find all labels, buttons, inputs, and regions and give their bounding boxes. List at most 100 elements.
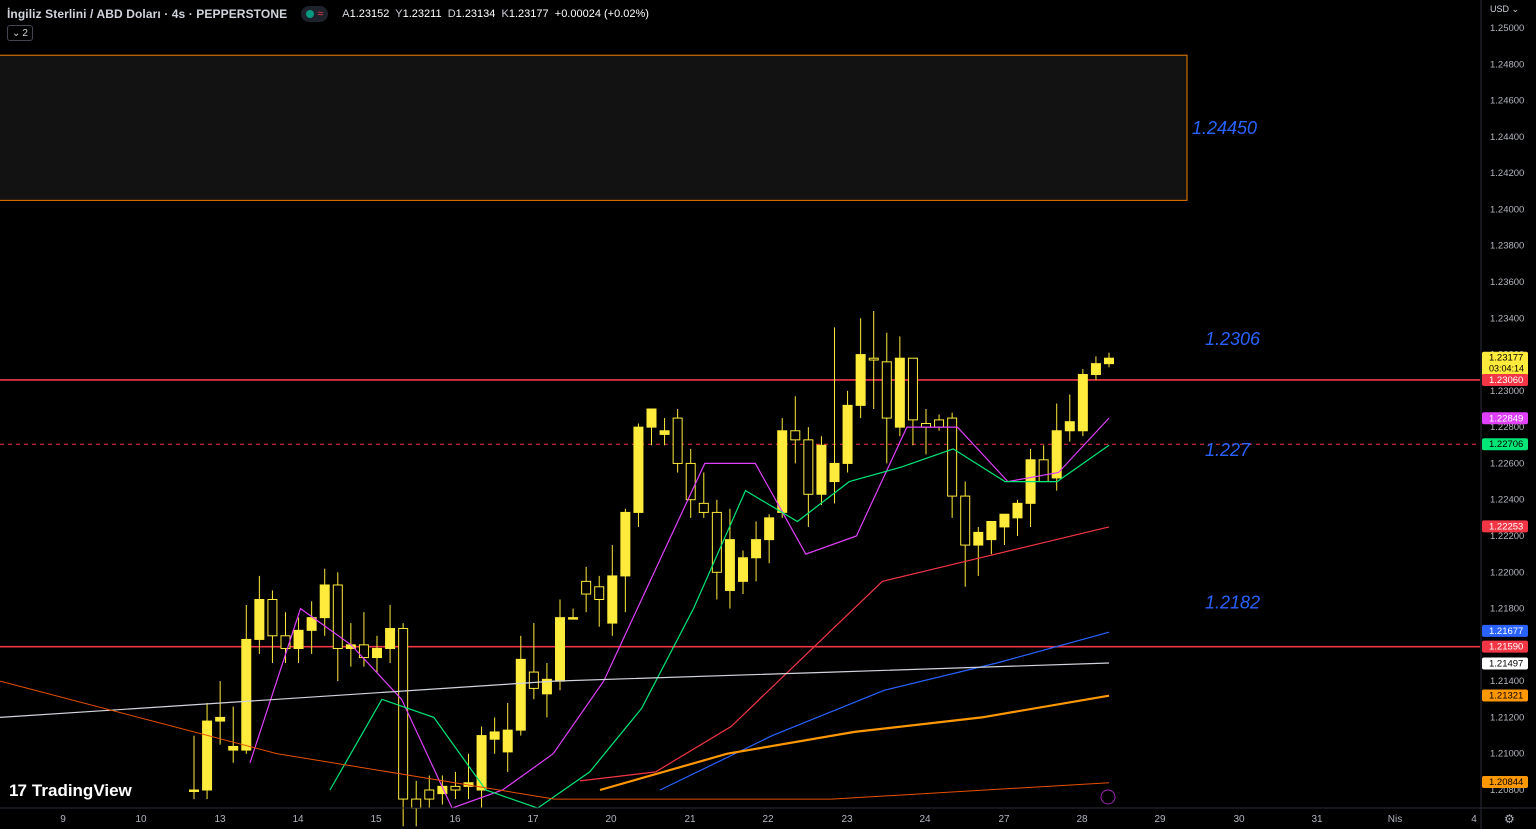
candle[interactable] — [372, 647, 382, 659]
candle[interactable] — [450, 785, 461, 791]
candle[interactable] — [934, 419, 945, 428]
candle[interactable] — [947, 417, 958, 497]
candle[interactable] — [1038, 459, 1049, 483]
candle[interactable] — [751, 539, 762, 559]
candle[interactable] — [332, 584, 343, 649]
x-tick-label: 20 — [605, 814, 617, 825]
candle[interactable] — [1064, 421, 1075, 432]
market-open-icon — [306, 10, 315, 18]
candle[interactable] — [267, 599, 278, 637]
x-tick-label: 9 — [60, 814, 66, 825]
candle[interactable] — [633, 426, 644, 513]
price-label-value: 1.21497 — [1489, 659, 1523, 670]
y-tick-label: 1.23400 — [1490, 313, 1524, 324]
candle[interactable] — [1012, 502, 1023, 519]
price-label-value: 1.23060 — [1489, 375, 1523, 386]
candle[interactable] — [659, 430, 670, 435]
candle[interactable] — [724, 539, 735, 591]
x-tick-label: 24 — [919, 814, 931, 825]
chart-header: İngiliz Sterlini / ABD Doları · 4s · PEP… — [7, 6, 649, 22]
candle[interactable] — [881, 361, 892, 419]
y-tick-label: 1.24000 — [1490, 204, 1524, 215]
indicator-toggle-button[interactable]: ⌄ 2 — [7, 25, 33, 41]
x-tick-label: 30 — [1233, 814, 1245, 825]
y-tick-label: 1.23000 — [1490, 386, 1524, 397]
level-annotation[interactable]: 1.227 — [1205, 440, 1251, 460]
candle[interactable] — [568, 617, 579, 620]
candle[interactable] — [868, 357, 879, 361]
currency-selector[interactable]: USD ⌄ — [1490, 4, 1519, 15]
candle[interactable] — [907, 357, 918, 421]
candle[interactable] — [319, 584, 330, 619]
price-chart[interactable]: 1.24450 1.2306 1.227 1.2182 1.25000 1.24800 1.… — [0, 0, 1536, 829]
candle[interactable] — [842, 404, 853, 464]
candle[interactable] — [738, 557, 748, 582]
x-tick-label: 23 — [841, 814, 853, 825]
y-tick-label: 1.22400 — [1490, 495, 1524, 506]
candle[interactable] — [581, 580, 592, 595]
candle[interactable] — [777, 430, 788, 513]
level-annotation[interactable]: 1.24450 — [1192, 118, 1257, 138]
price-label-value: 1.21677 — [1489, 626, 1523, 637]
candle[interactable] — [816, 444, 827, 495]
resistance-zone[interactable] — [0, 54, 1188, 201]
candle[interactable] — [672, 417, 683, 464]
level-annotation[interactable]: 1.2182 — [1205, 593, 1260, 613]
y-tick-label: 1.22600 — [1490, 458, 1524, 469]
candle[interactable] — [620, 511, 631, 577]
candle[interactable] — [411, 798, 422, 809]
y-tick-label: 1.23600 — [1490, 277, 1524, 288]
candle[interactable] — [241, 638, 252, 751]
candle[interactable] — [293, 629, 304, 649]
candle[interactable] — [424, 789, 435, 800]
candle[interactable] — [973, 531, 984, 546]
candle[interactable] — [202, 720, 213, 791]
candle[interactable] — [829, 462, 840, 483]
ohlc-readout: A1.23152 Y1.23211 D1.23134 K1.23177 +0.0… — [342, 8, 649, 20]
candle[interactable] — [476, 735, 487, 791]
wave-icon: ≈ — [317, 8, 324, 20]
candle[interactable] — [515, 658, 526, 731]
y-tick-label: 1.21000 — [1490, 749, 1524, 760]
candle[interactable] — [385, 628, 396, 649]
y-tick-label: 1.21200 — [1490, 712, 1524, 723]
candle[interactable] — [1090, 363, 1101, 376]
x-tick-label: 31 — [1311, 814, 1323, 825]
candle[interactable] — [189, 789, 199, 792]
y-tick-label: 1.24400 — [1490, 132, 1524, 143]
candle[interactable] — [986, 520, 997, 541]
candle[interactable] — [228, 745, 239, 751]
candle[interactable] — [607, 575, 618, 624]
candle[interactable] — [698, 502, 709, 513]
y-tick-label: 1.24800 — [1490, 59, 1524, 70]
candle[interactable] — [1104, 357, 1114, 365]
symbol-title[interactable]: İngiliz Sterlini / ABD Doları · 4s · PEP… — [7, 7, 287, 21]
candle[interactable] — [790, 430, 801, 441]
candle[interactable] — [528, 671, 539, 689]
candle[interactable] — [555, 617, 565, 682]
x-tick-label: Nis — [1388, 814, 1402, 825]
y-tick-label: 1.21400 — [1490, 676, 1524, 687]
chevron-down-icon: ⌄ — [1511, 4, 1520, 14]
candle[interactable] — [646, 408, 657, 428]
candle[interactable] — [960, 495, 971, 546]
candle[interactable] — [803, 439, 814, 495]
candle[interactable] — [999, 513, 1010, 528]
candle[interactable] — [215, 716, 226, 722]
candle[interactable] — [489, 731, 500, 740]
candle[interactable] — [894, 357, 905, 428]
gear-icon[interactable]: ⚙ — [1504, 812, 1515, 826]
price-label-value: 1.22849 — [1489, 413, 1523, 424]
y-tick-label: 1.24600 — [1490, 96, 1524, 107]
candle[interactable] — [1077, 374, 1088, 432]
status-pill[interactable]: ≈ — [301, 6, 329, 22]
candle[interactable] — [502, 729, 513, 753]
x-tick-label: 21 — [684, 814, 696, 825]
level-annotation[interactable]: 1.2306 — [1205, 329, 1261, 349]
candle[interactable] — [594, 586, 605, 600]
candle[interactable] — [764, 517, 775, 541]
y-tick-label: 1.23800 — [1490, 241, 1524, 252]
tradingview-logo[interactable]: 17 TradingView — [9, 781, 132, 801]
candle[interactable] — [254, 599, 265, 640]
candle[interactable] — [855, 354, 866, 406]
